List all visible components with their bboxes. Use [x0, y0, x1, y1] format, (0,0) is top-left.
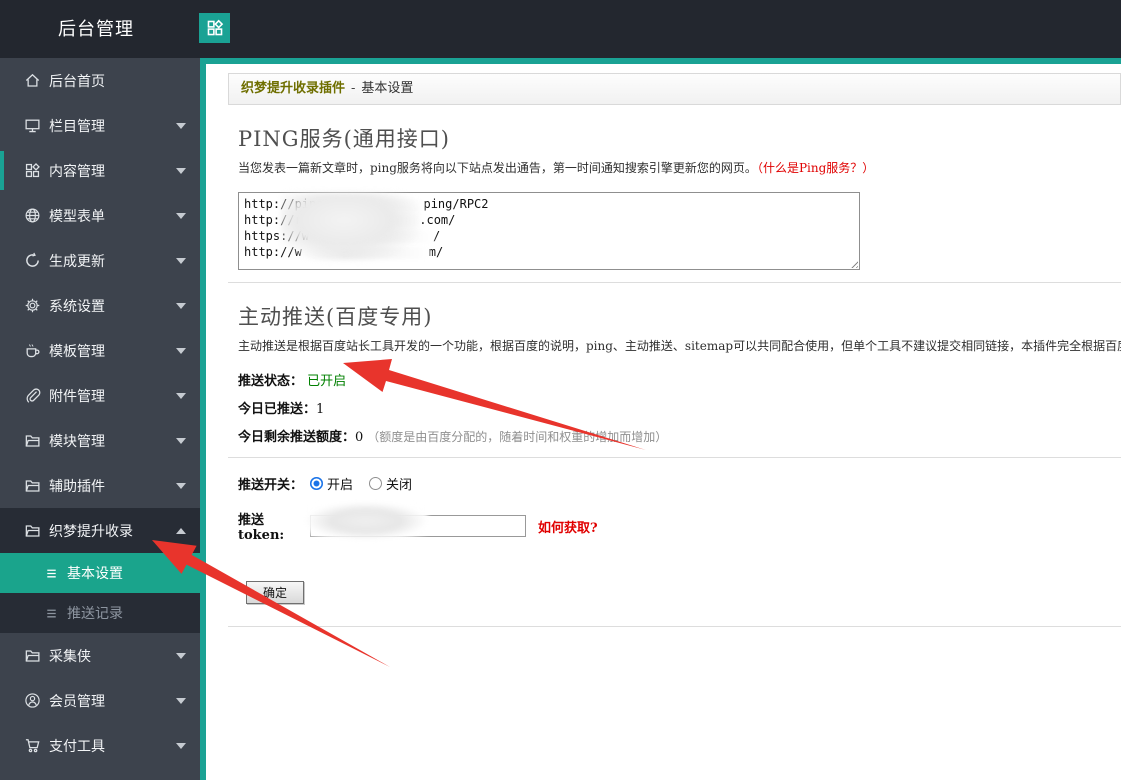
- push-section-title: 主动推送(百度专用): [238, 305, 433, 329]
- sidebar-subitem-basic-settings[interactable]: 基本设置: [0, 553, 200, 593]
- chevron-down-icon: [176, 742, 186, 749]
- monitor-icon: [24, 117, 41, 134]
- pushed-today-value: 1: [316, 402, 325, 417]
- bottom-divider: [228, 626, 1121, 627]
- folder-icon: [24, 432, 41, 449]
- chevron-down-icon: [176, 347, 186, 354]
- sidebar-item-modules[interactable]: 模块管理: [0, 418, 200, 463]
- sidebar-item-content[interactable]: 内容管理: [0, 148, 200, 193]
- censored-text: [301, 246, 429, 259]
- gear-icon: [24, 297, 41, 314]
- textarea-resize-handle[interactable]: [849, 259, 858, 268]
- grid-icon: [24, 162, 41, 179]
- confirm-button[interactable]: 确定: [246, 581, 304, 604]
- ping-url-line: http://rpc .com/: [244, 213, 456, 227]
- ping-url-line: http://ping ping/RPC2: [244, 197, 489, 211]
- main-content: 织梦提升收录插件 - 基本设置 PING服务(通用接口) 当您发表一篇新文章时，pi…: [200, 58, 1121, 780]
- sidebar-subitem-push-records[interactable]: 推送记录: [0, 593, 200, 633]
- sidebar-item-columns[interactable]: 栏目管理: [0, 103, 200, 148]
- radio-unselected-icon: [369, 477, 383, 490]
- token-input[interactable]: [310, 515, 526, 537]
- sidebar-item-members[interactable]: 会员管理: [0, 678, 200, 723]
- ping-urls-textarea[interactable]: http://ping ping/RPC2 http://rpc .com/ htt…: [238, 192, 860, 270]
- sidebar-item-aux-plugins[interactable]: 辅助插件: [0, 463, 200, 508]
- chevron-down-icon: [176, 392, 186, 399]
- form-divider: [228, 457, 1121, 458]
- censored-text: [323, 198, 424, 211]
- radio-off[interactable]: 关闭: [369, 474, 412, 493]
- sidebar-item-generate[interactable]: 生成更新: [0, 238, 200, 283]
- ping-url-line: http://w m/: [244, 245, 444, 259]
- refresh-icon: [24, 252, 41, 269]
- globe-icon: [24, 207, 41, 224]
- push-section: 主动推送(百度专用) 主动推送是根据百度站长工具开发的一个功能，根据百度的说明，…: [206, 301, 1121, 627]
- chevron-down-icon: [176, 697, 186, 704]
- chevron-down-icon: [176, 257, 186, 264]
- section-divider: [228, 282, 1121, 283]
- sidebar-item-caijixia[interactable]: 采集侠: [0, 633, 200, 678]
- censored-text: [309, 230, 434, 243]
- chevron-down-icon: [176, 122, 186, 129]
- app-title: 后台管理: [58, 19, 134, 39]
- cart-icon: [24, 737, 41, 754]
- quota-value: 0: [355, 430, 364, 445]
- quota-line: 今日剩余推送额度：0 （额度是由百度分配的，随着时间和权重的增加而增加）: [238, 430, 668, 445]
- header-separator: -: [351, 81, 356, 96]
- topbar: 后台管理: [0, 0, 1121, 58]
- folder-icon: [24, 522, 41, 539]
- sidebar-item-attachments[interactable]: 附件管理: [0, 373, 200, 418]
- radio-on[interactable]: 开启: [310, 474, 353, 493]
- paperclip-icon: [24, 387, 41, 404]
- user-icon: [24, 692, 41, 709]
- chevron-down-icon: [176, 212, 186, 219]
- modules-grid-icon: [206, 19, 224, 37]
- chevron-down-icon: [176, 482, 186, 489]
- what-is-ping-link[interactable]: （什么是Ping服务？）: [757, 161, 874, 175]
- ping-url-line: https://w /: [244, 229, 441, 243]
- quota-note: （额度是由百度分配的，随着时间和权重的增加而增加）: [367, 430, 668, 444]
- list-icon: [44, 566, 59, 581]
- cup-icon: [24, 342, 41, 359]
- folder-icon: [24, 647, 41, 664]
- push-switch-row: 推送开关： 开启 关闭: [238, 474, 1121, 493]
- sidebar-item-templates[interactable]: 模板管理: [0, 328, 200, 373]
- ping-section: PING服务(通用接口) 当您发表一篇新文章时，ping服务将向以下站点发出通告…: [206, 123, 1121, 270]
- sidebar-item-home[interactable]: 后台首页: [0, 58, 200, 103]
- chevron-down-icon: [176, 167, 186, 174]
- folder-icon: [24, 477, 41, 494]
- chevron-down-icon: [176, 437, 186, 444]
- content-header-bar: 织梦提升收录插件 - 基本设置: [228, 73, 1121, 105]
- push-section-desc: 主动推送是根据百度站长工具开发的一个功能，根据百度的说明，ping、主动推送、s…: [238, 339, 1121, 353]
- chevron-down-icon: [176, 652, 186, 659]
- censored-text: [316, 214, 420, 227]
- sidebar-item-dedecms-indexing[interactable]: 织梦提升收录: [0, 508, 200, 553]
- how-to-get-token-link[interactable]: 如何获取?: [538, 517, 598, 536]
- chevron-up-icon: [176, 527, 186, 534]
- push-state-value: 已开启: [307, 374, 347, 389]
- ping-section-title: PING服务(通用接口): [238, 127, 450, 151]
- page-title: 基本设置: [361, 81, 414, 96]
- list-icon: [44, 606, 59, 621]
- sidebar: 后台首页 栏目管理 内容管理 模型表单 生成更新 系统设置 模板管理 附件管理 …: [0, 58, 200, 780]
- sidebar-item-system[interactable]: 系统设置: [0, 283, 200, 328]
- chevron-down-icon: [176, 302, 186, 309]
- push-state-line: 推送状态： 已开启: [238, 374, 347, 389]
- pushed-today-line: 今日已推送：1: [238, 402, 325, 417]
- modules-grid-button[interactable]: [199, 13, 230, 43]
- home-icon: [24, 72, 41, 89]
- sidebar-item-payment[interactable]: 支付工具: [0, 723, 200, 768]
- sidebar-item-model-forms[interactable]: 模型表单: [0, 193, 200, 238]
- plugin-name: 织梦提升收录插件: [241, 81, 346, 96]
- token-row: 推送token: 如何获取?: [238, 502, 1121, 543]
- radio-selected-icon: [310, 477, 323, 490]
- admin-backend-page: { "topbar": { "title": "后台管理", "app_icon…: [0, 0, 1121, 780]
- ping-section-desc: 当您发表一篇新文章时，ping服务将向以下站点发出通告，第一时间通知搜索引擎更新…: [238, 161, 875, 175]
